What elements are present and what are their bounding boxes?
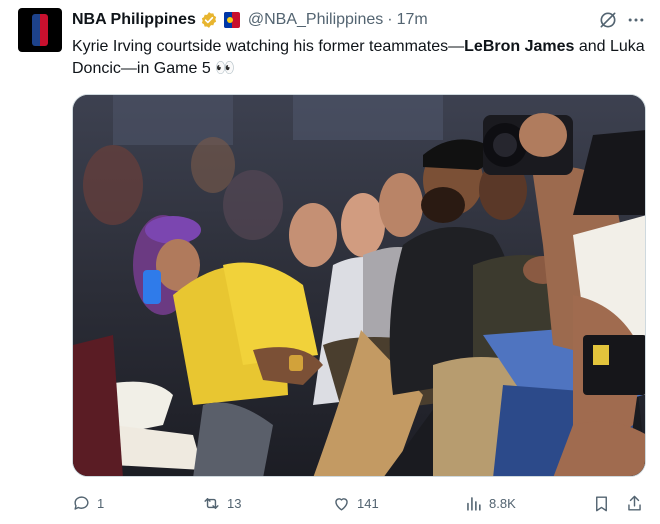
grok-icon[interactable]: [598, 10, 618, 30]
views-icon: [467, 496, 481, 511]
timestamp[interactable]: 17m: [397, 11, 428, 29]
reply-icon: [74, 495, 89, 510]
nba-logo-icon: [32, 14, 48, 46]
bookmark-icon: [596, 495, 607, 511]
tweet-text: Kyrie Irving courtside watching his form…: [72, 36, 647, 80]
avatar[interactable]: [18, 8, 62, 52]
share-button[interactable]: [625, 490, 644, 516]
separator-dot: ·: [387, 11, 393, 28]
bookmark-button[interactable]: [592, 490, 611, 516]
repost-count: 13: [227, 495, 242, 511]
flag-badge-icon: [223, 12, 240, 28]
handle[interactable]: @NBA_Philippines: [248, 11, 383, 29]
more-icon[interactable]: [626, 10, 646, 30]
reply-count: 1: [97, 495, 105, 511]
like-count: 141: [357, 495, 379, 511]
repost-icon: [204, 497, 219, 509]
verified-badge-icon: [201, 12, 216, 28]
like-icon: [335, 497, 348, 511]
courtside-photo: [73, 95, 645, 476]
tweet-actions: 1 13 141 8.8K: [72, 490, 647, 516]
like-button[interactable]: 141: [332, 490, 379, 516]
tweet[interactable]: NBA Philippines @NBA_Philippines · 17m K…: [0, 0, 660, 524]
views-count: 8.8K: [489, 495, 516, 511]
display-name[interactable]: NBA Philippines: [72, 11, 196, 29]
views-button[interactable]: 8.8K: [464, 490, 516, 516]
tweet-text-bold: LeBron James: [464, 38, 575, 55]
repost-button[interactable]: 13: [202, 490, 241, 516]
tweet-photo[interactable]: [72, 94, 646, 477]
tweet-text-part1: Kyrie Irving courtside watching his form…: [72, 38, 465, 55]
reply-button[interactable]: 1: [72, 490, 104, 516]
tweet-header: NBA Philippines @NBA_Philippines · 17m: [72, 9, 428, 31]
share-icon: [628, 495, 641, 511]
